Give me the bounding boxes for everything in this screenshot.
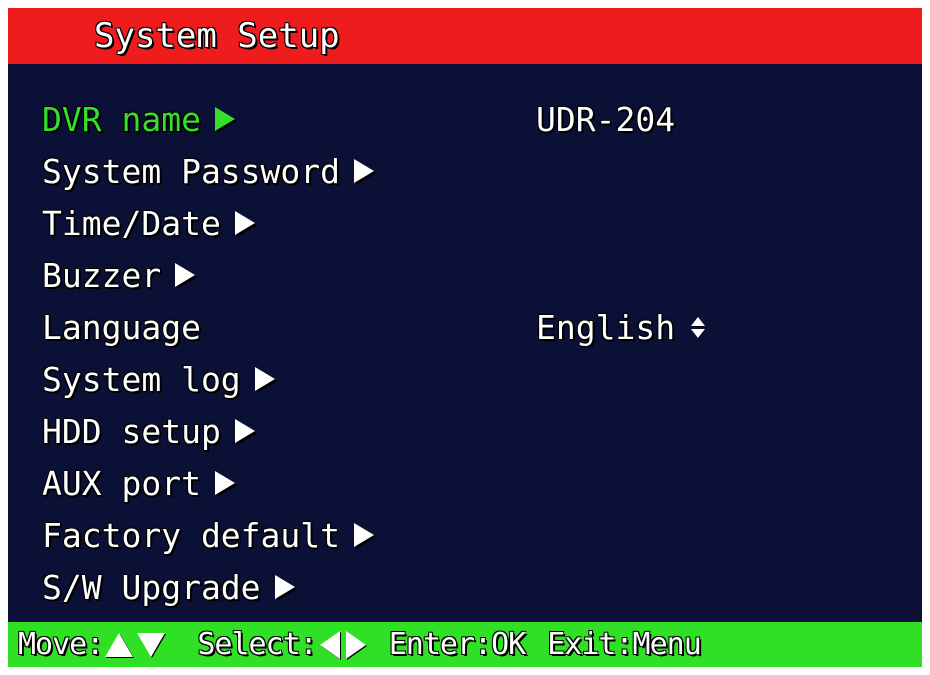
down-triangle-icon [137,632,166,657]
select-hint: Select: [197,627,368,662]
menu-item-hdd-setup[interactable]: HDD setup [42,407,255,455]
menu-item-label: Factory default [42,515,341,555]
right-triangle-icon [274,575,295,599]
menu-item-label: Time/Date [42,203,221,243]
enter-hint: Enter:OK [388,627,526,662]
move-label: Move: [18,627,104,662]
right-triangle-icon [354,523,375,547]
menu-item-label: DVR name [42,99,201,139]
title-bar: System Setup [8,8,922,64]
menu-item-aux-port[interactable]: AUX port [42,459,235,507]
right-triangle-icon [175,263,196,287]
language-value: English [536,307,676,347]
menu-item-label: System log [42,359,241,399]
right-triangle-icon [234,211,255,235]
menu-item-buzzer[interactable]: Buzzer [42,251,196,299]
menu-item-label: AUX port [42,463,201,503]
right-triangle-icon [345,630,366,659]
menu-item-factory-default[interactable]: Factory default [42,511,375,559]
menu-item-sw-upgrade[interactable]: S/W Upgrade [42,563,295,611]
menu-item-label: S/W Upgrade [42,567,261,607]
menu-item-language[interactable]: Language [42,303,201,351]
menu-item-system-password[interactable]: System Password [42,147,375,195]
menu-item-label: Buzzer [42,255,162,295]
menu-item-system-log[interactable]: System log [42,355,275,403]
right-triangle-icon [354,159,375,183]
menu-item-label: Language [42,307,201,347]
exit-hint: Exit:Menu [547,627,702,662]
right-triangle-icon [214,471,235,495]
dvr-osd-screen: System Setup DVR name UDR-204 System Pas… [8,8,922,667]
language-select[interactable]: English [536,303,706,351]
menu-item-label: HDD setup [42,411,221,451]
page-title: System Setup [94,16,340,56]
menu-item-time-date[interactable]: Time/Date [42,199,255,247]
right-triangle-icon [254,367,275,391]
select-label: Select: [197,627,317,662]
right-triangle-icon [234,419,255,443]
dvr-name-value: UDR-204 [536,95,675,143]
up-down-icon [691,316,706,338]
menu-item-label: System Password [42,151,341,191]
key-hint-bar: Move: Select: Enter:OK Exit:Menu [8,622,922,667]
left-triangle-icon [319,630,340,659]
move-hint: Move: [18,627,167,662]
up-triangle-icon [105,632,134,657]
right-triangle-icon [214,107,235,131]
dvr-name-text: UDR-204 [536,99,676,139]
menu-item-dvr-name[interactable]: DVR name [42,95,235,143]
